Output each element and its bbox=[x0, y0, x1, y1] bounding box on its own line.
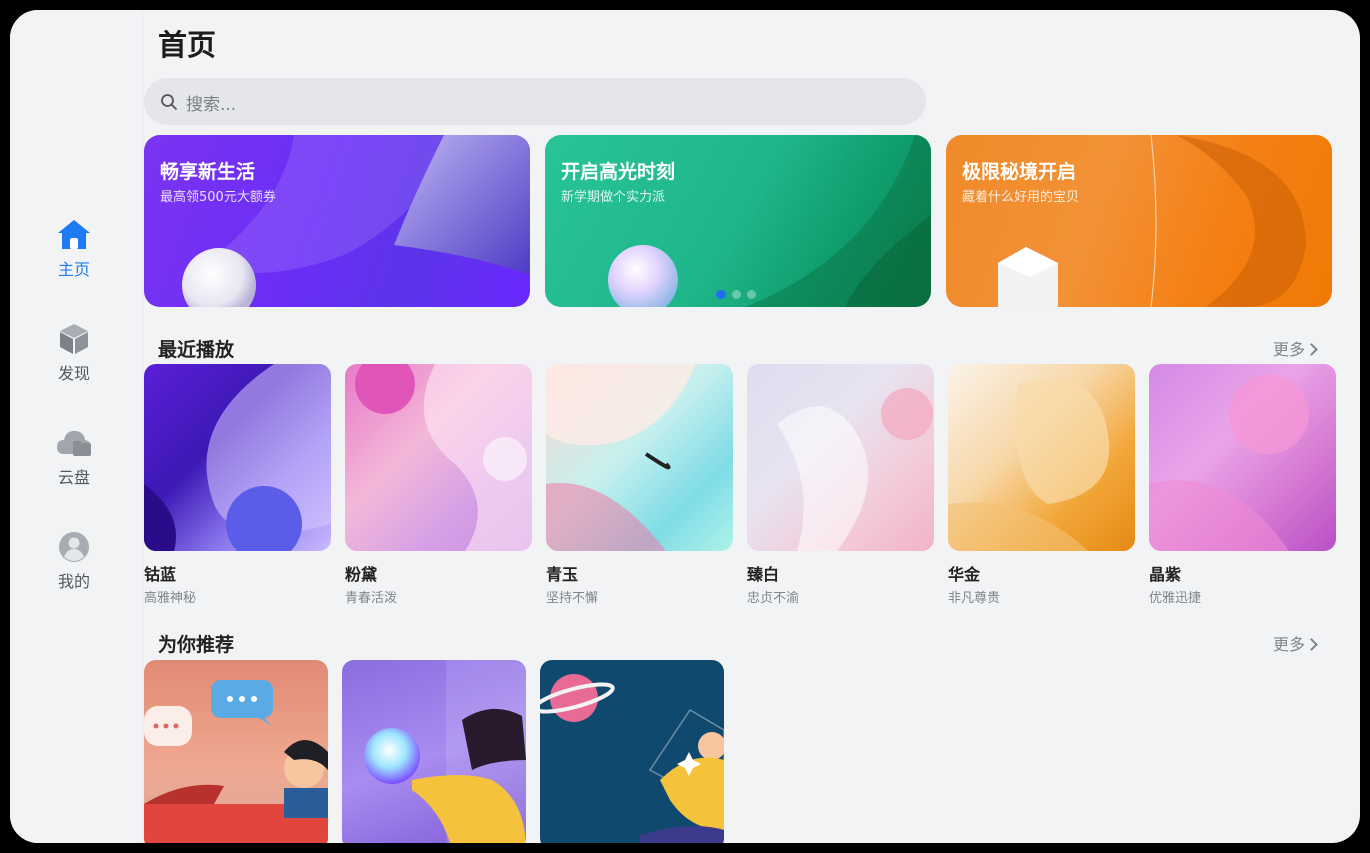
theme-thumbnail bbox=[345, 364, 532, 551]
device-frame: 主页 发现 云盘 我的 首页 搜索... 畅享新生活 最高领500元大额券 开启… bbox=[0, 0, 1370, 853]
theme-card[interactable]: 臻白 忠贞不渝 bbox=[747, 364, 934, 606]
more-label: 更多 bbox=[1272, 635, 1305, 654]
recommend-illustration bbox=[540, 674, 724, 843]
theme-name: 粉黛 bbox=[345, 565, 378, 584]
theme-name: 臻白 bbox=[747, 565, 780, 584]
sidebar-item-label: 发现 bbox=[57, 364, 90, 383]
sidebar-item-mine[interactable]: 我的 bbox=[10, 528, 138, 592]
more-link-recent[interactable]: 更多 bbox=[1272, 336, 1318, 360]
sidebar-item-home[interactable]: 主页 bbox=[10, 216, 138, 280]
carousel-dot[interactable] bbox=[716, 290, 726, 299]
sidebar: 主页 发现 云盘 我的 bbox=[10, 10, 143, 843]
theme-thumbnail bbox=[546, 364, 733, 551]
page-title: 首页 bbox=[158, 28, 217, 62]
carousel-dot[interactable] bbox=[747, 290, 756, 299]
search-input[interactable]: 搜索... bbox=[186, 90, 236, 115]
banner-subtitle: 新学期做个实力派 bbox=[561, 190, 666, 205]
theme-thumbnail bbox=[1149, 364, 1336, 551]
theme-desc: 高雅神秘 bbox=[144, 591, 197, 606]
theme-name: 华金 bbox=[948, 565, 981, 584]
carousel-indicator[interactable] bbox=[716, 284, 762, 303]
sidebar-item-label: 我的 bbox=[57, 572, 90, 591]
banner-title: 极限秘境开启 bbox=[962, 161, 1077, 183]
main-content: 首页 搜索... 畅享新生活 最高领500元大额券 开启高光时刻 新学期做个实力… bbox=[144, 10, 1360, 843]
banner-subtitle: 藏着什么好用的宝贝 bbox=[962, 190, 1080, 205]
theme-name: 钴蓝 bbox=[144, 565, 177, 584]
theme-card[interactable]: 青玉 坚持不懈 bbox=[546, 364, 733, 606]
theme-desc: 坚持不懈 bbox=[546, 591, 599, 606]
screen: 主页 发现 云盘 我的 首页 搜索... 畅享新生活 最高领500元大额券 开启… bbox=[10, 10, 1360, 843]
banner-card[interactable]: 畅享新生活 最高领500元大额券 bbox=[144, 135, 530, 307]
search-icon bbox=[161, 94, 177, 110]
sidebar-item-discover[interactable]: 发现 bbox=[10, 320, 138, 384]
cloud-icon bbox=[57, 430, 91, 456]
more-link-recommend[interactable]: 更多 bbox=[1272, 631, 1318, 655]
theme-name: 晶紫 bbox=[1149, 565, 1182, 584]
theme-card[interactable]: 华金 非凡尊贵 bbox=[948, 364, 1135, 606]
sidebar-item-label: 云盘 bbox=[57, 468, 90, 487]
carousel-dot[interactable] bbox=[732, 290, 741, 299]
recommend-card[interactable] bbox=[342, 660, 526, 843]
sidebar-item-label: 主页 bbox=[57, 260, 90, 279]
recommend-illustration bbox=[364, 660, 526, 843]
theme-thumbnail bbox=[747, 364, 934, 551]
theme-card[interactable]: 粉黛 青春活泼 bbox=[345, 364, 532, 606]
banner-card[interactable]: 开启高光时刻 新学期做个实力派 bbox=[545, 135, 931, 307]
theme-desc: 优雅迅捷 bbox=[1149, 591, 1202, 606]
banner-subtitle: 最高领500元大额券 bbox=[160, 190, 276, 205]
banner-title: 开启高光时刻 bbox=[561, 161, 676, 183]
chevron-right-icon bbox=[1305, 638, 1318, 651]
cube-icon bbox=[60, 324, 88, 354]
theme-desc: 忠贞不渝 bbox=[747, 591, 800, 606]
sidebar-item-cloud[interactable]: 云盘 bbox=[10, 424, 138, 488]
banner-card[interactable]: 极限秘境开启 藏着什么好用的宝贝 bbox=[946, 135, 1332, 307]
home-icon bbox=[58, 220, 90, 249]
theme-thumbnail bbox=[144, 364, 331, 551]
section-title-recent: 最近播放 bbox=[158, 339, 235, 361]
recommend-card[interactable] bbox=[540, 660, 724, 843]
more-label: 更多 bbox=[1272, 340, 1305, 359]
search-bar[interactable]: 搜索... bbox=[144, 78, 926, 125]
theme-card[interactable]: 晶紫 优雅迅捷 bbox=[1149, 364, 1336, 606]
theme-name: 青玉 bbox=[546, 565, 579, 584]
theme-desc: 青春活泼 bbox=[345, 591, 398, 606]
banner-title: 畅享新生活 bbox=[160, 161, 256, 183]
theme-desc: 非凡尊贵 bbox=[948, 591, 1001, 606]
theme-thumbnail bbox=[948, 364, 1135, 551]
recommend-card[interactable] bbox=[144, 660, 328, 843]
section-title-recommend: 为你推荐 bbox=[158, 634, 235, 656]
user-icon bbox=[59, 532, 89, 562]
theme-card[interactable]: 钴蓝 高雅神秘 bbox=[144, 364, 331, 606]
chevron-right-icon bbox=[1305, 343, 1318, 356]
recommend-illustration bbox=[144, 680, 328, 843]
